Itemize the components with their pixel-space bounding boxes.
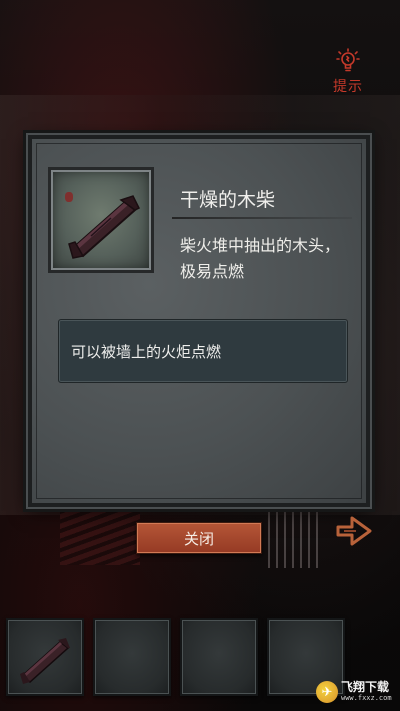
item-name: 干燥的木柴 <box>180 189 276 211</box>
watermark-url: www.fxxz.com <box>341 694 392 702</box>
firewood-log-icon <box>20 638 70 684</box>
next-scene-arrow[interactable] <box>334 512 376 550</box>
watermark-name: 飞翔下载 <box>341 680 390 694</box>
close-button[interactable]: 关闭 <box>136 522 262 554</box>
item-detail-box: 可以被墙上的火炬点燃 <box>58 319 348 383</box>
watermark: ✈ 飞翔下载 www.fxxz.com <box>316 678 396 706</box>
game-screen: 提示 干燥的木柴 柴火堆中抽出的木头，极易点燃 可以被墙上的火炬点燃 关闭 ✈ … <box>0 0 400 711</box>
inventory-slot-3[interactable] <box>180 618 258 696</box>
arrow-right-icon <box>336 516 372 546</box>
item-image-frame <box>48 167 154 273</box>
watermark-logo-icon: ✈ <box>316 681 338 703</box>
firewood-log-icon <box>68 195 141 259</box>
close-button-label: 关闭 <box>183 529 214 548</box>
lightbulb-icon <box>336 48 360 72</box>
item-detail-dialog: 干燥的木柴 柴火堆中抽出的木头，极易点燃 可以被墙上的火炬点燃 <box>28 135 370 507</box>
inventory-slot-2[interactable] <box>93 618 171 696</box>
background-cage <box>268 498 318 568</box>
item-description: 柴火堆中抽出的木头，极易点燃 <box>180 236 341 281</box>
hint-label: 提示 <box>333 79 363 95</box>
hint-button[interactable]: 提示 <box>328 48 368 100</box>
inventory-slot-1[interactable] <box>6 618 84 696</box>
item-detail-text: 可以被墙上的火炬点燃 <box>71 342 222 361</box>
title-divider <box>172 217 352 219</box>
